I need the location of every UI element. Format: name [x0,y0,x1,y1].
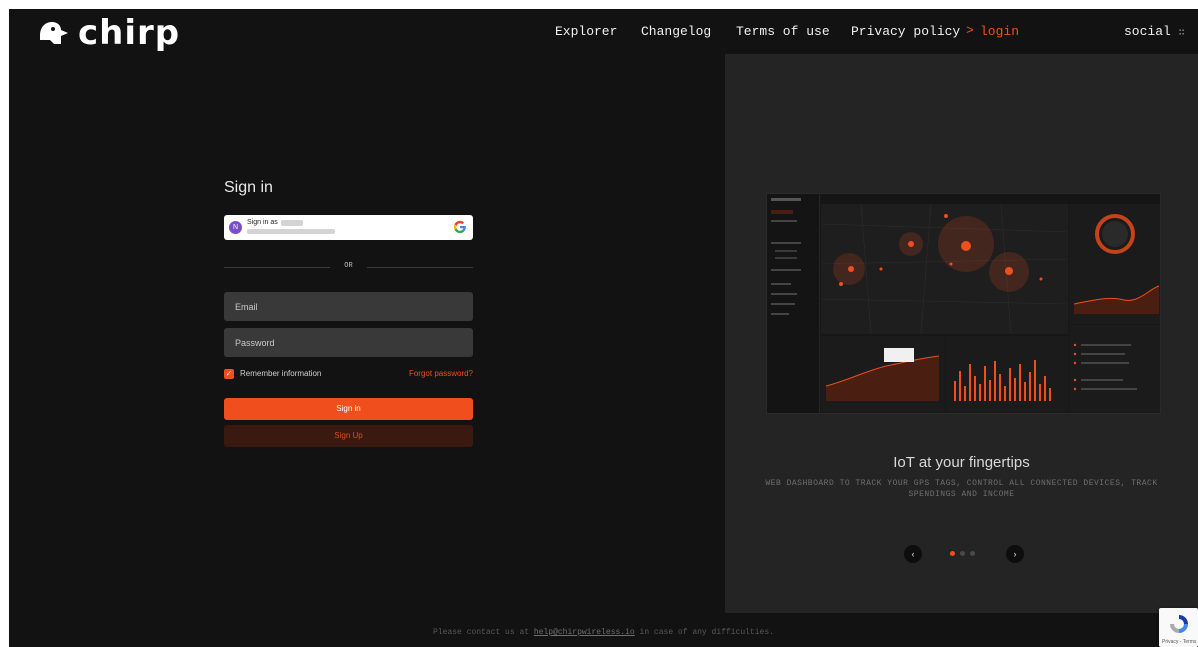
remember-label: Remember information [240,369,322,378]
or-divider: OR [224,262,473,272]
nav-login[interactable]: login [980,24,1019,39]
carousel-title: IoT at your fingertips [893,454,1030,471]
footer-prefix: Please contact us at [433,628,530,637]
nav-social[interactable]: social ∷ [1124,24,1185,39]
remember-row: ✓ Remember information Forgot password? [224,368,473,380]
signin-form: Sign in N Sign in as OR Email Password ✓… [224,179,473,447]
preview-map [820,203,1069,335]
carousel-dot-3[interactable] [970,551,975,556]
signin-title: Sign in [224,179,273,196]
preview-sidebar [767,194,820,413]
google-signin-label: Sign in as [247,219,278,226]
carousel-subtitle: WEB DASHBOARD TO TRACK YOUR GPS TAGS, CO… [765,479,1158,499]
footer-suffix: in case of any difficulties. [639,628,774,637]
carousel-dot-2[interactable] [960,551,965,556]
redacted-name [281,220,303,226]
preview-device-log [1069,325,1160,413]
preview-statistics [821,336,945,413]
redacted-email [247,229,335,234]
google-signin-button[interactable]: N Sign in as [224,215,473,240]
email-placeholder: Email [235,301,258,312]
or-text: OR [344,262,353,270]
nav-changelog[interactable]: Changelog [641,24,711,39]
google-icon [453,220,466,234]
signin-button[interactable]: Sign in [224,398,473,420]
recaptcha-badge[interactable]: Privacy - Terms [1159,608,1198,647]
divider-line-right [367,267,473,268]
dashboard-preview-image [766,193,1161,414]
social-label: social [1124,24,1171,39]
password-placeholder: Password [235,337,275,348]
logo[interactable]: chirp [36,13,181,53]
password-field[interactable]: Password [224,328,473,357]
preview-temperature [1069,204,1160,324]
nav-terms[interactable]: Terms of use [736,24,830,39]
chevron-right-icon[interactable]: › [1006,545,1024,563]
chevron-left-icon[interactable]: ‹ [904,545,922,563]
preview-topbar [821,194,1160,204]
remember-checkbox[interactable]: ✓ [224,369,234,379]
grid-dots-icon: ∷ [1178,28,1185,39]
logo-wordmark: chirp [78,13,181,53]
nav-separator: > [966,23,974,38]
footer: Please contact us at help@chirpwireless.… [9,628,1198,637]
carousel-indicators [950,551,975,556]
forgot-password-link[interactable]: Forgot password? [409,369,473,378]
recaptcha-icon [1170,615,1188,633]
preview-financials [946,336,1068,413]
signup-button[interactable]: Sign Up [224,425,473,447]
page: chirp Explorer Changelog Terms of use Pr… [9,9,1198,647]
carousel-dot-1[interactable] [950,551,955,556]
email-field[interactable]: Email [224,292,473,321]
promo-panel: IoT at your fingertips WEB DASHBOARD TO … [725,54,1198,613]
support-email-link[interactable]: help@chirpwireless.io [534,628,635,637]
recaptcha-privacy-terms[interactable]: Privacy - Terms [1162,639,1196,645]
nav-privacy[interactable]: Privacy policy [851,24,960,39]
bird-icon [40,22,68,44]
nav-explorer[interactable]: Explorer [555,24,617,39]
avatar: N [229,221,242,234]
